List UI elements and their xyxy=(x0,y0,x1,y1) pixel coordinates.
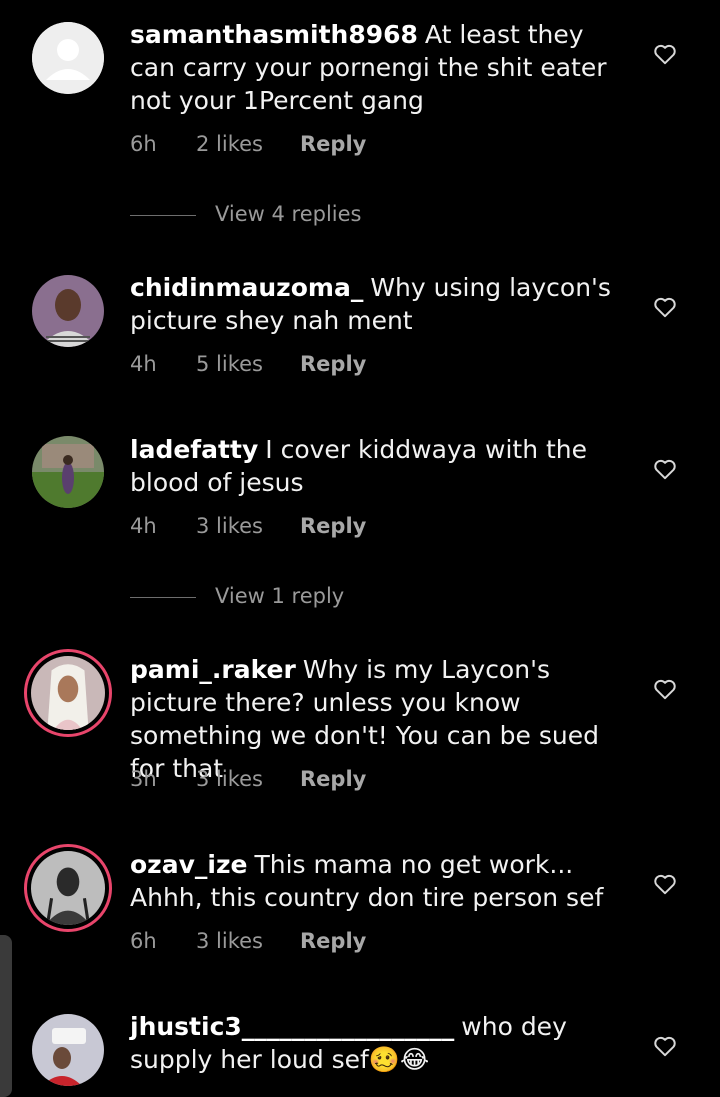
reply-button[interactable]: Reply xyxy=(300,514,366,538)
profile-photo-icon xyxy=(32,1014,104,1086)
heart-outline-icon[interactable] xyxy=(652,676,678,702)
comment-username[interactable]: pami_.raker xyxy=(130,655,296,684)
heart-outline-icon[interactable] xyxy=(652,41,678,67)
view-replies-label: View 4 replies xyxy=(215,202,362,226)
avatar[interactable] xyxy=(32,1014,104,1086)
comment-body: ladefatty I cover kiddwaya with the blood… xyxy=(130,433,630,499)
comment-time: 6h xyxy=(130,132,157,156)
avatar[interactable] xyxy=(32,436,104,508)
comment-body: jhustic3_________________ who dey supply … xyxy=(130,1010,630,1076)
comment-likes[interactable]: 3 likes xyxy=(196,929,263,953)
heart-outline-icon[interactable] xyxy=(652,456,678,482)
reply-button[interactable]: Reply xyxy=(300,352,366,376)
comment-likes[interactable]: 2 likes xyxy=(196,132,263,156)
comment-time: 6h xyxy=(130,929,157,953)
comment-username[interactable]: ladefatty xyxy=(130,435,258,464)
profile-photo-icon xyxy=(32,436,104,508)
comment-body: samanthasmith8968 At least they can carry… xyxy=(130,18,630,117)
heart-outline-icon[interactable] xyxy=(652,1033,678,1059)
comment-username[interactable]: samanthasmith8968 xyxy=(130,20,418,49)
profile-photo-icon xyxy=(31,851,105,925)
comment-likes[interactable]: 5 likes xyxy=(196,352,263,376)
reply-button[interactable]: Reply xyxy=(300,132,366,156)
comment-body: pami_.raker Why is my Laycon's picture th… xyxy=(130,653,630,785)
avatar[interactable] xyxy=(32,275,104,347)
profile-photo-icon xyxy=(32,275,104,347)
comment-time: 4h xyxy=(130,514,157,538)
reply-button[interactable]: Reply xyxy=(300,767,366,791)
heart-outline-icon[interactable] xyxy=(652,871,678,897)
default-avatar-icon xyxy=(32,22,104,94)
comment-body: chidinmauzoma_ Why using laycon's picture… xyxy=(130,271,630,337)
reply-button[interactable]: Reply xyxy=(300,929,366,953)
scrollbar[interactable] xyxy=(0,935,12,1097)
story-ring-avatar[interactable] xyxy=(24,844,112,932)
comment-body: ozav_ize This mama no get work... Ahhh, t… xyxy=(130,848,630,914)
comment-username[interactable]: jhustic3_________________ xyxy=(130,1012,454,1041)
avatar[interactable] xyxy=(32,22,104,94)
view-replies-label: View 1 reply xyxy=(215,584,345,608)
comment-likes[interactable]: 3 likes xyxy=(196,767,263,791)
divider xyxy=(130,215,196,216)
profile-photo-icon xyxy=(31,656,105,730)
comment-username[interactable]: chidinmauzoma_ xyxy=(130,273,363,302)
comment-username[interactable]: ozav_ize xyxy=(130,850,247,879)
comment-time: 3h xyxy=(130,767,157,791)
comment-likes[interactable]: 3 likes xyxy=(196,514,263,538)
comment-time: 4h xyxy=(130,352,157,376)
heart-outline-icon[interactable] xyxy=(652,294,678,320)
story-ring-avatar[interactable] xyxy=(24,649,112,737)
divider xyxy=(130,597,196,598)
